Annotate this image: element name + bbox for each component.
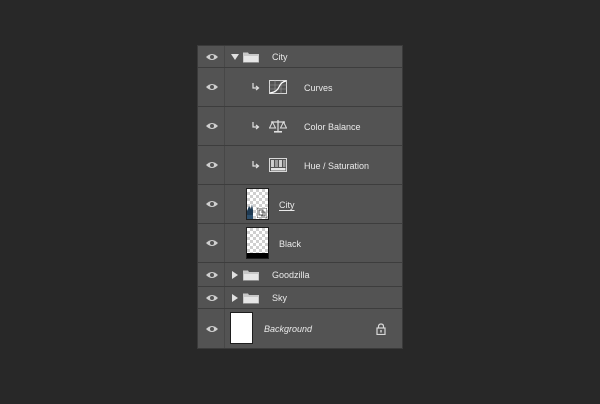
visibility-column — [198, 185, 225, 223]
smart-object-badge-icon — [257, 208, 267, 218]
visibility-column — [198, 224, 225, 262]
visibility-column — [198, 263, 225, 286]
folder-icon — [243, 270, 259, 280]
visibility-column — [198, 146, 225, 184]
layer-row-sky-group[interactable]: Sky — [198, 287, 402, 309]
layer-thumbnail[interactable] — [246, 227, 269, 259]
visibility-column — [198, 107, 225, 145]
clipping-arrow-icon — [252, 83, 260, 91]
folder-icon — [243, 52, 259, 62]
layer-row-city-smart-object[interactable]: City — [198, 185, 402, 224]
collapsed-triangle-icon[interactable] — [231, 270, 239, 279]
eye-icon[interactable] — [205, 270, 219, 280]
layer-name: Hue / Saturation — [304, 161, 370, 171]
color-balance-icon — [269, 120, 287, 133]
visibility-column — [198, 309, 225, 348]
eye-icon[interactable] — [205, 293, 219, 303]
layer-name: Background — [264, 324, 313, 334]
clipping-arrow-icon — [252, 161, 260, 169]
layer-name: Sky — [272, 293, 288, 303]
layer-name: City — [279, 200, 295, 210]
eye-icon[interactable] — [205, 121, 219, 131]
layer-row-curves[interactable]: Curves — [198, 68, 402, 107]
clipping-arrow-icon — [252, 122, 260, 130]
layers-panel: City Curves Color Balance Hue / Saturati… — [197, 45, 403, 349]
collapsed-triangle-icon[interactable] — [231, 293, 239, 302]
curves-icon — [269, 80, 287, 94]
layer-name: Curves — [304, 83, 333, 93]
layer-row-black[interactable]: Black — [198, 224, 402, 263]
layer-row-hue-saturation[interactable]: Hue / Saturation — [198, 146, 402, 185]
eye-icon[interactable] — [205, 238, 219, 248]
visibility-column — [198, 68, 225, 106]
folder-icon — [243, 293, 259, 303]
eye-icon[interactable] — [205, 82, 219, 92]
layer-name: City — [272, 52, 288, 62]
visibility-column — [198, 287, 225, 308]
layer-row-city-group[interactable]: City — [198, 46, 402, 68]
layer-name: Black — [279, 239, 302, 249]
eye-icon[interactable] — [205, 199, 219, 209]
eye-icon[interactable] — [205, 52, 219, 62]
layer-name: Color Balance — [304, 122, 361, 132]
hue-saturation-icon — [269, 158, 287, 172]
layer-row-background[interactable]: Background — [198, 309, 402, 348]
layer-row-color-balance[interactable]: Color Balance — [198, 107, 402, 146]
visibility-column — [198, 46, 225, 67]
layer-thumbnail[interactable] — [230, 312, 253, 344]
layer-name: Goodzilla — [272, 270, 310, 280]
expanded-triangle-icon[interactable] — [231, 53, 239, 61]
eye-icon[interactable] — [205, 324, 219, 334]
thumbnail-black-bar — [247, 253, 268, 258]
layer-row-goodzilla-group[interactable]: Goodzilla — [198, 263, 402, 287]
eye-icon[interactable] — [205, 160, 219, 170]
lock-icon[interactable] — [376, 322, 386, 335]
layer-thumbnail[interactable] — [246, 188, 269, 220]
